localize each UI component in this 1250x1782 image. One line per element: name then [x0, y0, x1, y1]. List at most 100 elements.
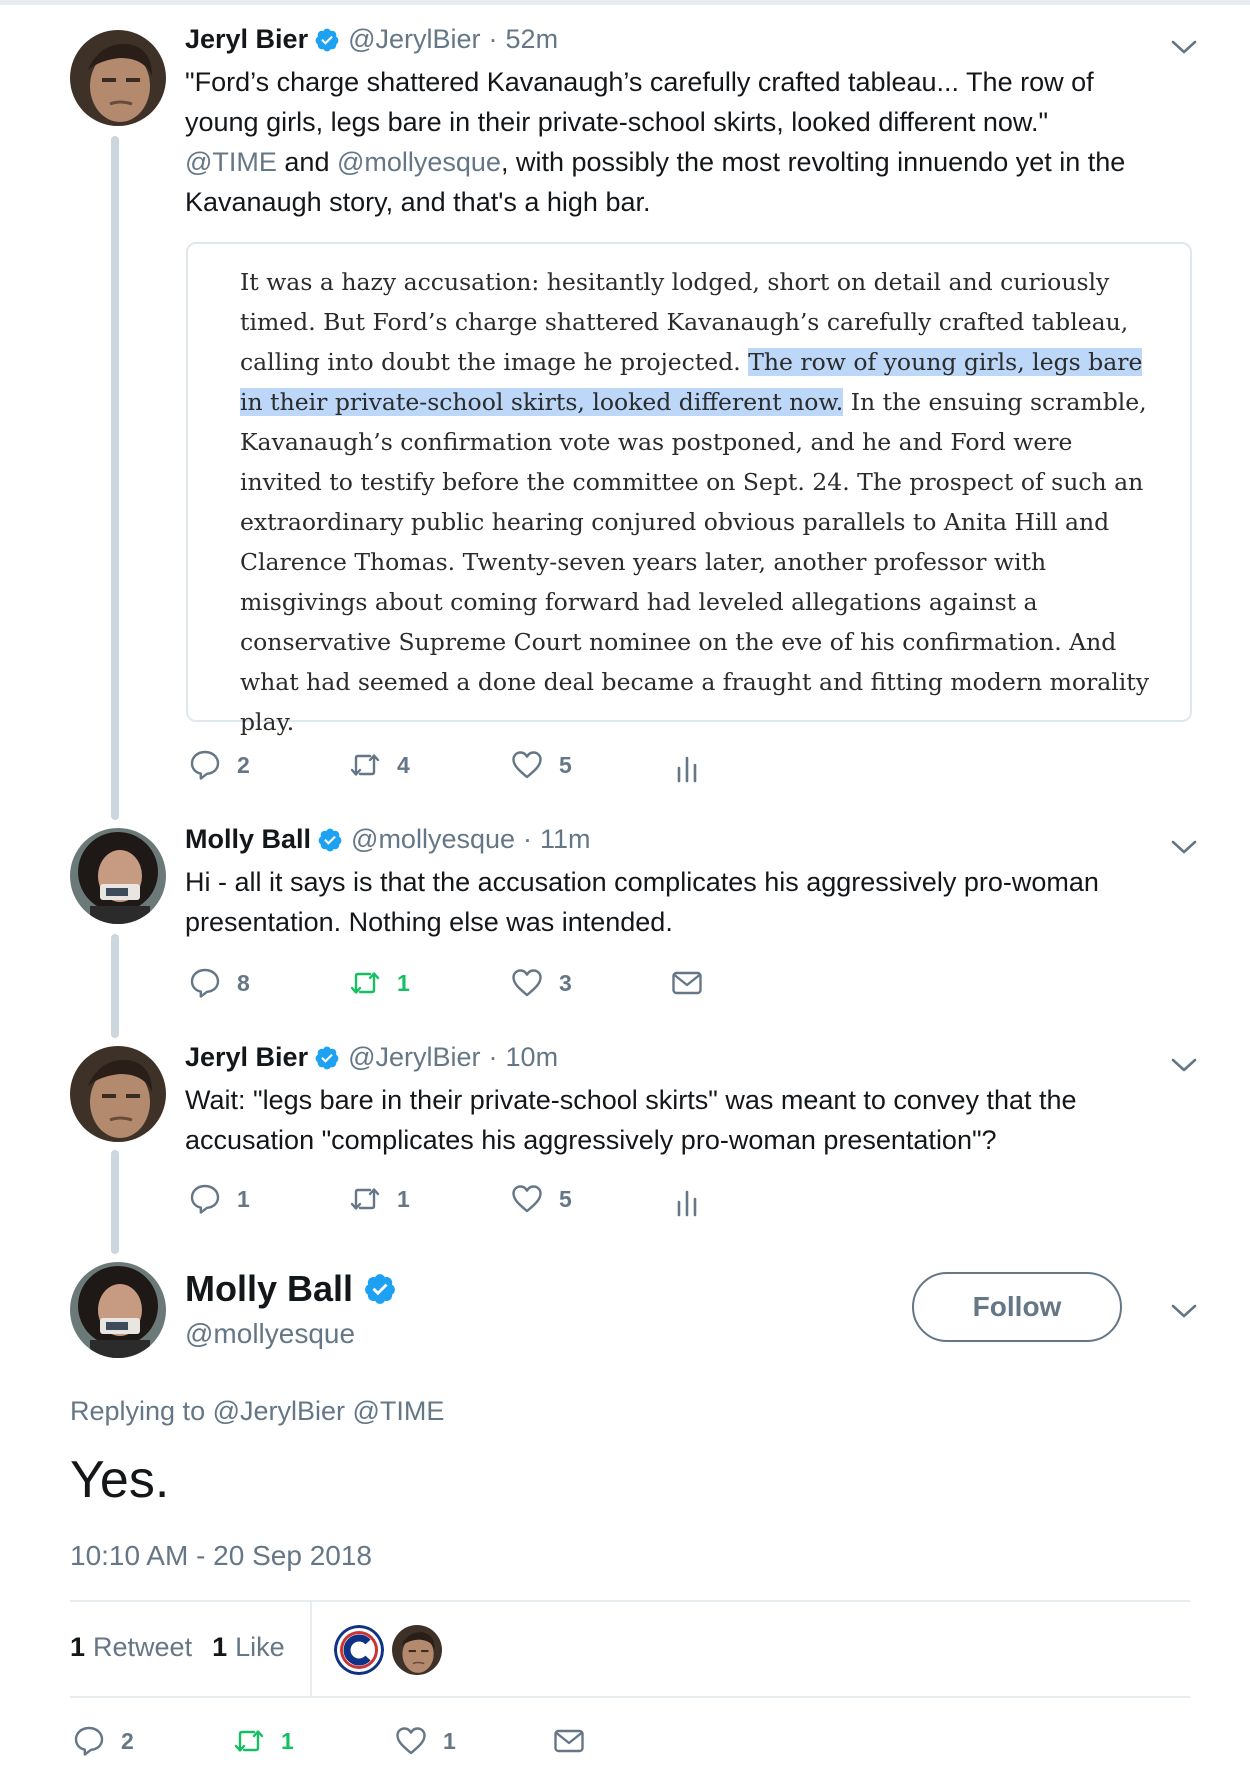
retweet-icon — [348, 1182, 382, 1216]
tweet-text-segment: , with possibly the most revolting innue… — [500, 147, 1126, 177]
retweet-stat-count: 1 — [70, 1632, 86, 1662]
separator-dot: · — [523, 824, 533, 854]
author-name[interactable]: Molly Ball — [185, 1268, 353, 1310]
main-author-name-row: Molly Ball — [185, 1268, 397, 1310]
quoted-image-card[interactable]: It was a hazy accusation: hesitantly lod… — [186, 242, 1192, 736]
divider — [70, 1696, 1190, 1698]
author-name[interactable]: Jeryl Bier — [185, 24, 308, 55]
mention-link[interactable]: @TIME — [185, 147, 277, 177]
avatar-jeryl-bier[interactable] — [70, 1046, 166, 1142]
retweet-icon — [348, 966, 382, 1000]
chevron-down-icon[interactable] — [1170, 1302, 1198, 1320]
retweet-button[interactable]: 1 — [348, 966, 410, 1000]
replying-to[interactable]: Replying to @JerylBier @TIME — [70, 1396, 444, 1427]
analytics-icon — [670, 1186, 704, 1220]
like-count: 1 — [443, 1727, 456, 1754]
retweet-stat[interactable]: 1 Retweet — [70, 1632, 192, 1663]
quote-text-segment: In the ensuing scramble, Kavanaugh’s con… — [240, 388, 1150, 736]
reply-button[interactable]: 2 — [72, 1724, 134, 1758]
liker-avatar-cubs-logo[interactable] — [334, 1625, 384, 1675]
like-button[interactable]: 3 — [510, 966, 572, 1000]
thread-line — [111, 934, 119, 1038]
like-button[interactable]: 1 — [394, 1724, 456, 1758]
tweet-stats: 1 Retweet 1 Like — [70, 1632, 285, 1663]
retweet-stat-label: Retweet — [93, 1632, 193, 1662]
verified-badge-icon — [363, 1272, 397, 1306]
verified-badge-icon — [314, 1045, 340, 1071]
tweet-text: Hi - all it says is that the accusation … — [185, 867, 1099, 937]
retweet-count: 1 — [281, 1727, 294, 1754]
retweet-icon — [348, 748, 382, 782]
like-button[interactable]: 5 — [510, 748, 572, 782]
tweet-text-line: @TIME and @mollyesque, with possibly the… — [185, 142, 1215, 182]
quoted-article-text: It was a hazy accusation: hesitantly lod… — [240, 262, 1160, 742]
retweet-count: 4 — [397, 751, 410, 778]
like-count: 5 — [559, 751, 572, 778]
reply-icon — [188, 966, 222, 1000]
tweet-text-line: Kavanaugh story, and that's a high bar. — [185, 187, 651, 217]
envelope-icon — [670, 966, 704, 1000]
verified-badge-icon — [317, 827, 343, 853]
like-stat-count: 1 — [212, 1632, 228, 1662]
author-handle[interactable]: @mollyesque — [185, 1318, 355, 1350]
analytics-button[interactable] — [670, 752, 704, 786]
like-count: 5 — [559, 1185, 572, 1212]
tweet-header: Jeryl Bier @JerylBier · 52m — [185, 24, 558, 55]
author-handle[interactable]: @JerylBier — [348, 1042, 480, 1073]
tweet-time[interactable]: 52m — [506, 24, 559, 55]
heart-icon — [510, 966, 544, 1000]
thread-line — [111, 136, 119, 820]
separator-dot: · — [488, 24, 498, 54]
vertical-divider — [310, 1602, 312, 1698]
follow-button[interactable]: Follow — [912, 1272, 1122, 1342]
mention-link[interactable]: @mollyesque — [337, 147, 501, 177]
heart-icon — [394, 1724, 428, 1758]
separator-dot: · — [488, 1042, 498, 1072]
envelope-icon — [552, 1724, 586, 1758]
author-name[interactable]: Molly Ball — [185, 824, 311, 855]
avatar-jeryl-bier[interactable] — [70, 30, 166, 126]
like-button[interactable]: 5 — [510, 1182, 572, 1216]
author-handle[interactable]: @mollyesque — [351, 824, 515, 855]
chevron-down-icon[interactable] — [1170, 838, 1198, 856]
author-name[interactable]: Jeryl Bier — [185, 1042, 308, 1073]
top-divider — [0, 0, 1250, 5]
retweet-count: 1 — [397, 1185, 410, 1212]
tweet-time[interactable]: 11m — [540, 824, 591, 855]
verified-badge-icon — [314, 27, 340, 53]
reply-button[interactable]: 2 — [188, 748, 250, 782]
analytics-icon — [670, 752, 704, 786]
avatar-molly-ball[interactable] — [70, 828, 166, 924]
retweet-button[interactable]: 1 — [348, 1182, 410, 1216]
thread-line — [111, 1150, 119, 1254]
author-handle[interactable]: @JerylBier — [348, 24, 480, 55]
tweet-time[interactable]: 10m — [506, 1042, 559, 1073]
tweet-text-line: "Ford’s charge shattered Kavanaugh’s car… — [185, 67, 1094, 97]
reply-button[interactable]: 8 — [188, 966, 250, 1000]
reply-button[interactable]: 1 — [188, 1182, 250, 1216]
tweet-header: Jeryl Bier @JerylBier · 10m — [185, 1042, 558, 1073]
tweet-header: Molly Ball @mollyesque · 11m — [185, 824, 591, 855]
reply-icon — [188, 748, 222, 782]
like-stat[interactable]: 1 Like — [212, 1632, 285, 1663]
like-count: 3 — [559, 969, 572, 996]
reply-icon — [72, 1724, 106, 1758]
chevron-down-icon[interactable] — [1170, 38, 1198, 56]
retweet-button[interactable]: 1 — [232, 1724, 294, 1758]
chevron-down-icon[interactable] — [1170, 1056, 1198, 1074]
reply-count: 8 — [237, 969, 250, 996]
tweet-text-segment: and — [276, 147, 337, 177]
liker-avatar[interactable] — [392, 1625, 442, 1675]
retweet-icon — [232, 1724, 266, 1758]
direct-message-button[interactable] — [552, 1724, 586, 1758]
avatar-molly-ball[interactable] — [70, 1262, 166, 1358]
like-stat-label: Like — [235, 1632, 285, 1662]
retweet-count: 1 — [397, 969, 410, 996]
tweet-text: "Ford’s charge shattered Kavanaugh’s car… — [185, 62, 1215, 222]
main-tweet-text: Yes. — [70, 1451, 170, 1509]
retweet-button[interactable]: 4 — [348, 748, 410, 782]
direct-message-button[interactable] — [670, 966, 704, 1000]
reply-count: 2 — [121, 1727, 134, 1754]
analytics-button[interactable] — [670, 1186, 704, 1220]
tweet-timestamp[interactable]: 10:10 AM - 20 Sep 2018 — [70, 1540, 372, 1572]
